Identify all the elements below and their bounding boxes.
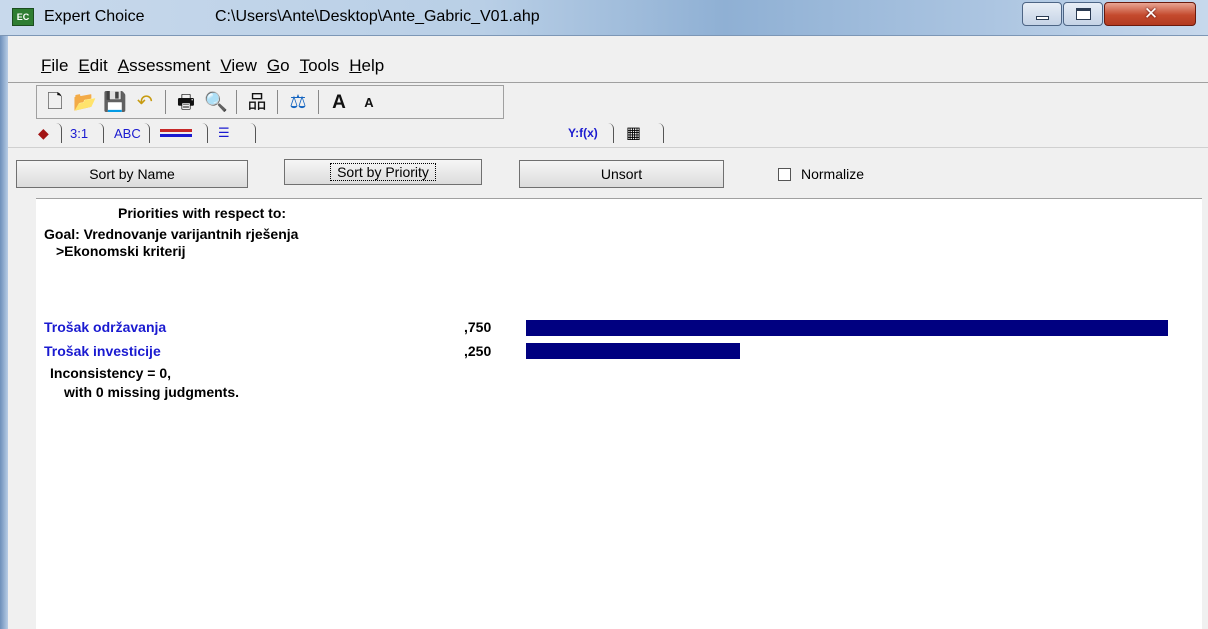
sort-by-priority-button[interactable]: Sort by Priority	[284, 159, 482, 185]
item-value: ,250	[464, 343, 492, 359]
tab-abc-label: ABC	[114, 125, 141, 141]
tab-separator	[250, 123, 256, 143]
hierarchy-icon[interactable]: 品	[245, 90, 269, 114]
menu-bar: File Edit Assessment View Go Tools Help	[36, 50, 389, 82]
minimize-button[interactable]	[1022, 2, 1062, 26]
toolbar: 🗋 📂 💾 ↶ 🖶 🔍 品 ⚖ A A	[36, 85, 504, 119]
menu-assessment[interactable]: Assessment	[113, 56, 216, 76]
tab-separator	[56, 123, 62, 143]
tab-separator	[202, 123, 208, 143]
table-icon: ▦	[626, 125, 642, 142]
app-title: Expert Choice	[44, 8, 145, 25]
print-icon[interactable]: 🖶	[174, 90, 198, 114]
title-bar: EC Expert Choice C:\Users\Ante\Desktop\A…	[0, 0, 1208, 36]
report-heading: Priorities with respect to:	[118, 205, 287, 221]
item-label[interactable]: Trošak investicije	[44, 343, 161, 359]
toolbar-separator	[236, 90, 237, 114]
unsort-button[interactable]: Unsort	[519, 160, 724, 188]
maximize-button[interactable]	[1063, 2, 1103, 26]
tab-separator	[98, 123, 104, 143]
close-icon: ✕	[1143, 4, 1159, 24]
sort-toolbar: Sort by Name Sort by Priority Unsort Nor…	[8, 147, 1208, 193]
item-value: ,750	[464, 319, 492, 335]
menu-separator	[8, 82, 1208, 83]
left-panel	[8, 193, 36, 629]
goal-label: Goal: Vrednovanje varijantnih rješenja	[44, 226, 299, 242]
missing-judgments-text: with 0 missing judgments.	[64, 384, 240, 400]
normalize-label: Normalize	[801, 166, 865, 182]
menu-tools[interactable]: Tools	[295, 56, 345, 76]
font-smaller-icon[interactable]: A	[357, 90, 381, 114]
balance-icon[interactable]: ⚖	[286, 90, 310, 114]
maximize-icon	[1076, 8, 1091, 20]
app-icon: EC	[12, 8, 34, 26]
undo-icon[interactable]: ↶	[133, 90, 157, 114]
normalize-checkbox-box[interactable]	[778, 167, 791, 181]
tab-pairwise[interactable]: 3:1	[70, 121, 88, 145]
menu-go[interactable]: Go	[262, 56, 295, 76]
open-icon[interactable]: 📂	[73, 90, 97, 114]
normalize-checkbox[interactable]: Normalize	[778, 166, 864, 182]
menu-view[interactable]: View	[215, 56, 262, 76]
tab-pairwise-label: 3:1	[70, 125, 89, 141]
tab-priorities[interactable]: ☰	[218, 121, 230, 145]
font-larger-icon[interactable]: A	[327, 90, 351, 114]
tab-separator	[144, 123, 150, 143]
tab-data-grid[interactable]: ◆	[38, 121, 49, 145]
new-icon[interactable]: 🗋	[43, 90, 67, 114]
view-tabs: ◆ 3:1 ABC ☰ Y:f(x) ▦	[36, 121, 736, 145]
toolbar-separator	[277, 90, 278, 114]
tab-formula[interactable]: Y:f(x)	[568, 121, 598, 145]
tab-separator	[608, 123, 614, 143]
tab-verbal[interactable]	[160, 121, 192, 145]
verbal-icon	[160, 129, 192, 137]
grid-color-icon: ◆	[38, 124, 49, 141]
sort-by-priority-label: Sort by Priority	[330, 163, 436, 181]
priorities-bars-icon: ☰	[218, 125, 230, 140]
item-label[interactable]: Trošak održavanja	[44, 319, 166, 335]
inconsistency-text: Inconsistency = 0,	[50, 365, 171, 381]
node-label: >Ekonomski kriterij	[56, 243, 186, 259]
priorities-report: Priorities with respect to: Goal: Vredno…	[36, 198, 1202, 629]
tab-formula-label: Y:f(x)	[568, 126, 598, 140]
tab-table[interactable]: ▦	[626, 121, 641, 145]
priority-bar	[526, 343, 740, 359]
sort-by-name-button[interactable]: Sort by Name	[16, 160, 248, 188]
toolbar-separator	[318, 90, 319, 114]
file-path-title: C:\Users\Ante\Desktop\Ante_Gabric_V01.ah…	[215, 8, 540, 25]
priority-bar	[526, 320, 1168, 336]
window-left-edge	[0, 36, 8, 629]
print-preview-icon[interactable]: 🔍	[204, 90, 228, 114]
menu-file[interactable]: File	[36, 56, 73, 76]
tab-separator	[658, 123, 664, 143]
tab-abc[interactable]: ABC	[114, 121, 141, 145]
menu-help[interactable]: Help	[344, 56, 389, 76]
close-button[interactable]: ✕	[1104, 2, 1196, 26]
minimize-icon	[1036, 16, 1049, 20]
sort-by-name-label: Sort by Name	[89, 166, 175, 182]
toolbar-separator	[165, 90, 166, 114]
save-icon[interactable]: 💾	[103, 90, 127, 114]
unsort-label: Unsort	[600, 166, 643, 182]
menu-edit[interactable]: Edit	[73, 56, 112, 76]
